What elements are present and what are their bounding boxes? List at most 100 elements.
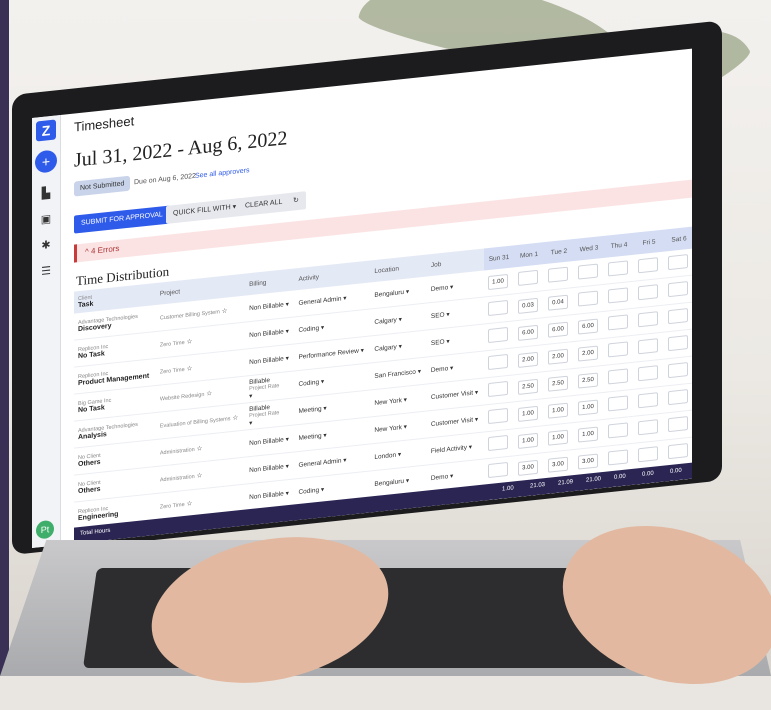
chevron-down-icon[interactable]: ▾ <box>286 490 289 497</box>
hours-input[interactable]: 1.00 <box>578 426 598 443</box>
hours-input[interactable] <box>488 353 508 371</box>
hours-input[interactable]: 1.00 <box>578 399 598 416</box>
chevron-down-icon[interactable]: ▾ <box>321 486 324 493</box>
hours-input[interactable] <box>608 449 628 466</box>
hours-input[interactable]: 6.00 <box>578 318 598 335</box>
hours-input[interactable]: 3.00 <box>548 456 568 473</box>
hours-input[interactable]: 2.00 <box>548 348 568 365</box>
star-icon[interactable]: ☆ <box>197 445 203 453</box>
hours-input[interactable]: 1.00 <box>518 432 538 449</box>
chevron-down-icon[interactable]: ▾ <box>323 432 326 439</box>
chevron-down-icon[interactable]: ▾ <box>406 288 409 295</box>
chevron-down-icon[interactable]: ▾ <box>286 463 289 470</box>
chevron-down-icon[interactable]: ▾ <box>469 444 472 451</box>
hours-input[interactable] <box>668 308 688 325</box>
hours-input[interactable] <box>608 395 628 412</box>
hours-input[interactable]: 2.50 <box>548 375 568 392</box>
chevron-down-icon[interactable]: ▾ <box>321 378 324 385</box>
list-icon[interactable]: ☰ <box>39 264 53 278</box>
hours-input[interactable]: 3.00 <box>578 453 598 470</box>
hours-input[interactable] <box>548 266 568 283</box>
hours-input[interactable] <box>578 290 598 307</box>
chevron-down-icon[interactable]: ▾ <box>399 316 402 323</box>
hours-input[interactable] <box>608 341 628 358</box>
hours-input[interactable] <box>638 257 658 274</box>
chevron-down-icon[interactable]: ▾ <box>323 405 326 412</box>
hours-input[interactable] <box>638 419 658 436</box>
hours-input[interactable] <box>608 368 628 385</box>
chevron-down-icon[interactable]: ▾ <box>286 328 289 335</box>
chevron-down-icon[interactable]: ▾ <box>404 397 407 404</box>
hours-input[interactable] <box>608 422 628 439</box>
hours-input[interactable] <box>668 335 688 352</box>
chevron-down-icon[interactable]: ▾ <box>418 368 421 375</box>
star-icon[interactable]: ☆ <box>206 390 212 398</box>
hours-input[interactable]: 0.03 <box>518 297 538 314</box>
chevron-down-icon[interactable]: ▾ <box>446 338 449 345</box>
hours-input[interactable] <box>668 254 688 271</box>
hours-input[interactable]: 6.00 <box>548 321 568 338</box>
hours-input[interactable] <box>608 260 628 277</box>
hours-input[interactable] <box>638 338 658 355</box>
star-icon[interactable]: ☆ <box>186 338 192 346</box>
dashboard-icon[interactable]: ▙ <box>39 186 53 200</box>
hours-input[interactable] <box>638 446 658 463</box>
chevron-down-icon[interactable]: ▾ <box>475 389 478 396</box>
chevron-down-icon[interactable]: ▾ <box>343 457 346 464</box>
hours-input[interactable]: 3.00 <box>518 459 538 476</box>
hours-input[interactable]: 1.00 <box>488 273 508 291</box>
star-icon[interactable]: ☆ <box>186 500 192 508</box>
hours-input[interactable] <box>638 311 658 328</box>
chevron-down-icon[interactable]: ▾ <box>399 343 402 350</box>
chevron-down-icon[interactable]: ▾ <box>475 416 478 423</box>
hours-input[interactable] <box>638 365 658 382</box>
chevron-down-icon[interactable]: ▾ <box>343 295 346 302</box>
hours-input[interactable] <box>668 389 688 406</box>
hours-input[interactable] <box>638 284 658 301</box>
submit-button[interactable]: SUBMIT FOR APPROVAL <box>74 205 170 234</box>
hours-input[interactable] <box>488 380 508 398</box>
chevron-down-icon[interactable]: ▾ <box>361 347 364 354</box>
hours-input[interactable]: 1.00 <box>548 402 568 419</box>
hours-input[interactable] <box>488 461 508 479</box>
app-logo[interactable]: Z <box>36 119 56 142</box>
chevron-down-icon[interactable]: ▾ <box>249 392 252 399</box>
add-icon[interactable]: + <box>35 149 57 174</box>
hours-input[interactable] <box>488 434 508 452</box>
hours-input[interactable]: 2.50 <box>518 378 538 395</box>
chevron-down-icon[interactable]: ▾ <box>286 436 289 443</box>
hours-input[interactable] <box>488 407 508 425</box>
avatar[interactable]: Pt <box>36 519 54 540</box>
clear-all-button[interactable]: CLEAR ALL <box>238 192 290 217</box>
hours-input[interactable] <box>668 416 688 433</box>
quick-fill-button[interactable]: QUICK FILL WITH ▾ <box>166 197 244 224</box>
hours-input[interactable] <box>608 287 628 304</box>
chevron-down-icon[interactable]: ▾ <box>450 284 453 291</box>
chevron-down-icon[interactable]: ▾ <box>404 424 407 431</box>
star-icon[interactable]: ☆ <box>197 472 203 480</box>
chevron-down-icon[interactable]: ▾ <box>286 355 289 362</box>
settings-icon[interactable]: ✱ <box>39 238 53 252</box>
hours-input[interactable]: 0.04 <box>548 294 568 311</box>
timesheet-icon[interactable]: ▣ <box>39 212 53 226</box>
hours-input[interactable] <box>608 314 628 331</box>
chevron-down-icon[interactable]: ▾ <box>446 311 449 318</box>
hours-input[interactable] <box>668 362 688 379</box>
chevron-down-icon[interactable]: ▾ <box>450 365 453 372</box>
hours-input[interactable]: 2.00 <box>578 345 598 362</box>
hours-input[interactable] <box>518 269 538 286</box>
chevron-down-icon[interactable]: ▾ <box>406 477 409 484</box>
hours-input[interactable] <box>488 326 508 344</box>
chevron-down-icon[interactable]: ▾ <box>286 301 289 308</box>
chevron-down-icon[interactable]: ▾ <box>249 419 252 426</box>
chevron-down-icon[interactable]: ▾ <box>321 324 324 331</box>
hours-input[interactable] <box>668 443 688 460</box>
star-icon[interactable]: ☆ <box>232 414 238 422</box>
chevron-down-icon[interactable]: ▾ <box>398 451 401 458</box>
refresh-icon[interactable]: ↻ <box>286 191 306 212</box>
hours-input[interactable] <box>638 392 658 409</box>
hours-input[interactable] <box>488 299 508 317</box>
chevron-down-icon[interactable]: ▾ <box>450 473 453 480</box>
hours-input[interactable]: 2.50 <box>578 372 598 389</box>
star-icon[interactable]: ☆ <box>222 307 228 315</box>
